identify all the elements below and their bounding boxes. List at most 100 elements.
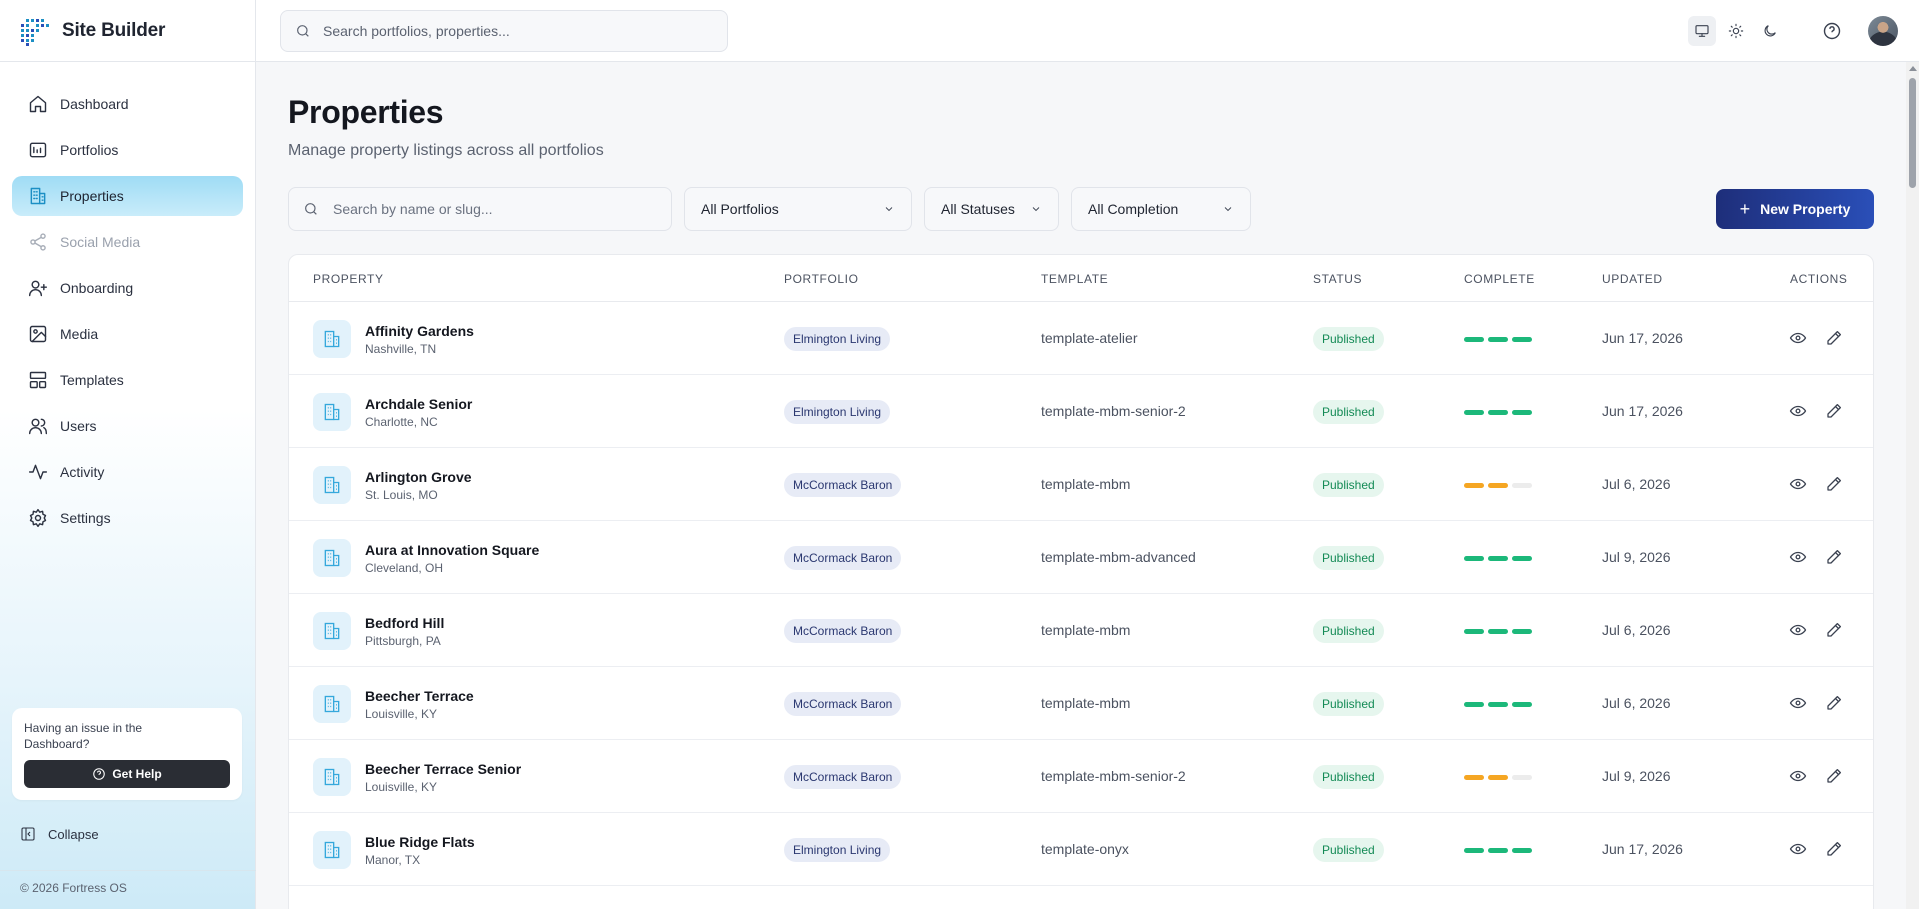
view-button[interactable] — [1789, 840, 1807, 858]
table-row[interactable]: Blue Ridge Flats Manor, TX Elmington Livin… — [289, 813, 1873, 886]
sidebar: Site Builder Dashboard Portfolios Proper… — [0, 0, 256, 909]
eye-icon — [1789, 697, 1807, 709]
completion-indicator — [1464, 702, 1536, 707]
brand[interactable]: Site Builder — [0, 0, 255, 62]
get-help-button[interactable]: Get Help — [24, 760, 230, 788]
view-button[interactable] — [1789, 548, 1807, 566]
view-button[interactable] — [1789, 694, 1807, 712]
collapse-sidebar-button[interactable]: Collapse — [20, 826, 99, 842]
page-scrollbar[interactable] — [1906, 62, 1919, 909]
edit-button[interactable] — [1825, 621, 1843, 639]
view-button[interactable] — [1789, 621, 1807, 639]
eye-icon — [1789, 843, 1807, 855]
table-row[interactable]: Arlington Grove St. Louis, MO McCormack Ba… — [289, 448, 1873, 521]
property-name[interactable]: Archdale Senior — [365, 396, 472, 412]
scroll-up-arrow[interactable] — [1909, 66, 1917, 71]
theme-system-button[interactable] — [1688, 16, 1716, 46]
property-location: Louisville, KY — [365, 707, 438, 721]
sidebar-item-onboarding[interactable]: Onboarding — [12, 268, 243, 308]
table-row[interactable]: Aura at Innovation Square Cleveland, OH Mc… — [289, 521, 1873, 594]
status-badge: Published — [1313, 327, 1384, 351]
table-row[interactable]: Beecher Terrace Senior Louisville, KY McCo… — [289, 740, 1873, 813]
property-name[interactable]: Aura at Innovation Square — [365, 542, 539, 558]
global-search-input[interactable] — [323, 23, 703, 39]
view-button[interactable] — [1789, 475, 1807, 493]
user-avatar[interactable] — [1868, 16, 1898, 46]
edit-button[interactable] — [1825, 840, 1843, 858]
portfolio-badge: Elmington Living — [784, 838, 891, 862]
eye-icon — [1789, 770, 1807, 782]
property-name[interactable]: Affinity Gardens — [365, 323, 474, 339]
edit-button[interactable] — [1825, 475, 1843, 493]
table-row[interactable]: Affinity Gardens Nashville, TN Elmington L… — [289, 302, 1873, 375]
sidebar-item-settings[interactable]: Settings — [12, 498, 243, 538]
properties-table: PROPERTY PORTFOLIO TEMPLATE STATUS COMPL… — [288, 254, 1874, 909]
template-name: template-mbm — [1041, 476, 1131, 492]
sidebar-item-users[interactable]: Users — [12, 406, 243, 446]
header-updated[interactable]: UPDATED — [1602, 272, 1663, 286]
page-title: Properties — [288, 94, 444, 130]
template-name: template-atelier — [1041, 330, 1138, 346]
scroll-thumb[interactable] — [1909, 78, 1916, 188]
chevron-down-icon — [1032, 207, 1040, 212]
sidebar-item-media[interactable]: Media — [12, 314, 243, 354]
complete-segment — [1464, 556, 1484, 561]
header-template[interactable]: TEMPLATE — [1041, 272, 1108, 286]
table-row[interactable]: Beecher Terrace Louisville, KY McCormack B… — [289, 667, 1873, 740]
theme-light-button[interactable] — [1722, 16, 1750, 46]
view-button[interactable] — [1789, 402, 1807, 420]
property-search-input[interactable] — [333, 201, 653, 217]
edit-button[interactable] — [1825, 402, 1843, 420]
sidebar-item-dashboard[interactable]: Dashboard — [12, 84, 243, 124]
edit-button[interactable] — [1825, 329, 1843, 347]
header-status[interactable]: STATUS — [1313, 272, 1362, 286]
sidebar-item-label: Portfolios — [60, 142, 119, 158]
sidebar-item-portfolios[interactable]: Portfolios — [12, 130, 243, 170]
help-circle-icon — [1823, 22, 1841, 40]
status-badge: Published — [1313, 546, 1384, 570]
help-button[interactable] — [1820, 19, 1844, 43]
property-search[interactable] — [288, 187, 672, 231]
property-name[interactable]: Blue Ridge Flats — [365, 834, 475, 850]
global-search[interactable] — [280, 10, 728, 52]
property-name[interactable]: Beecher Terrace — [365, 688, 474, 704]
status-filter-select[interactable]: All Statuses — [924, 187, 1059, 231]
property-name[interactable]: Beecher Terrace Senior — [365, 761, 521, 777]
status-badge: Published — [1313, 765, 1384, 789]
sidebar-item-templates[interactable]: Templates — [12, 360, 243, 400]
header-complete[interactable]: COMPLETE — [1464, 272, 1535, 286]
completion-indicator — [1464, 556, 1536, 561]
sidebar-nav: Dashboard Portfolios Properties Social M… — [0, 62, 255, 538]
completion-filter-select[interactable]: All Completion — [1071, 187, 1251, 231]
sidebar-item-label: Dashboard — [60, 96, 129, 112]
sidebar-item-properties[interactable]: Properties — [12, 176, 243, 216]
header-property[interactable]: PROPERTY — [313, 272, 384, 286]
building-icon — [324, 403, 340, 421]
view-button[interactable] — [1789, 329, 1807, 347]
property-name[interactable]: Bedford Hill — [365, 615, 444, 631]
app-name: Site Builder — [62, 19, 166, 41]
view-button[interactable] — [1789, 767, 1807, 785]
property-icon — [313, 466, 351, 504]
new-property-button[interactable]: + New Property — [1716, 189, 1874, 229]
property-name[interactable]: Arlington Grove — [365, 469, 472, 485]
table-row[interactable]: Archdale Senior Charlotte, NC Elmington Li… — [289, 375, 1873, 448]
portfolio-badge: McCormack Baron — [784, 619, 902, 643]
table-row[interactable]: Bedford Hill Pittsburgh, PA McCormack Baro… — [289, 594, 1873, 667]
edit-button[interactable] — [1825, 694, 1843, 712]
status-badge: Published — [1313, 692, 1384, 716]
building-icon — [324, 330, 340, 348]
help-card: Having an issue in the Dashboard? Get He… — [12, 708, 242, 800]
theme-dark-button[interactable] — [1756, 16, 1784, 46]
portfolio-icon — [29, 142, 47, 158]
edit-button[interactable] — [1825, 767, 1843, 785]
sidebar-item-activity[interactable]: Activity — [12, 452, 243, 492]
eye-icon — [1789, 478, 1807, 490]
portfolio-filter-select[interactable]: All Portfolios — [684, 187, 912, 231]
header-portfolio[interactable]: PORTFOLIO — [784, 272, 859, 286]
complete-segment — [1464, 775, 1484, 780]
completion-indicator — [1464, 410, 1536, 415]
pencil-icon — [1827, 476, 1842, 491]
sidebar-item-social-media[interactable]: Social Media — [12, 222, 243, 262]
edit-button[interactable] — [1825, 548, 1843, 566]
